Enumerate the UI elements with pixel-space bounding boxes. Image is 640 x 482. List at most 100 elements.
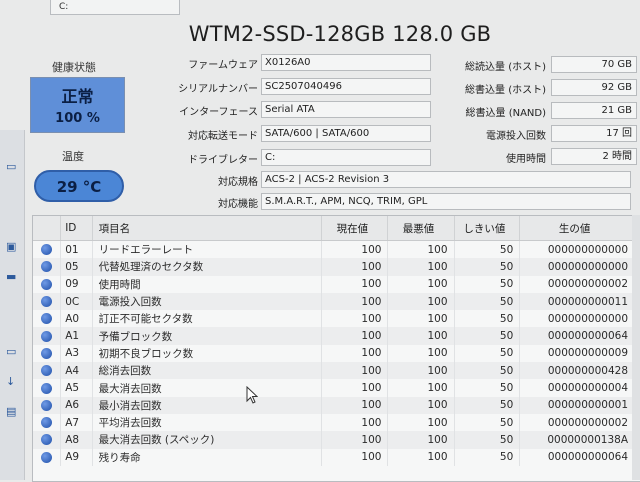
row-raw: 000000000011	[519, 292, 633, 311]
row-id: 05	[60, 258, 93, 276]
table-row[interactable]: A4 総消去回数 100 100 50 000000000428	[33, 362, 633, 380]
table-row[interactable]: 0C 電源投入回数 100 100 50 000000000011	[33, 292, 633, 311]
row-threshold: 50	[454, 292, 521, 311]
row-worst: 100	[387, 258, 455, 276]
status-good-icon	[41, 417, 53, 429]
row-id: 09	[60, 275, 93, 293]
temperature-label: 温度	[62, 150, 84, 163]
status-good-icon	[41, 399, 53, 411]
row-worst: 100	[387, 448, 455, 466]
drive-letter-value: C:	[261, 149, 431, 166]
row-name: 代替処理済のセクタ数	[92, 258, 323, 276]
status-good-icon	[41, 296, 53, 308]
table-row[interactable]: A7 平均消去回数 100 100 50 000000000002	[33, 413, 633, 432]
status-good-icon	[41, 347, 53, 359]
row-name: 訂正不可能セクタ数	[92, 310, 323, 328]
row-name: 最大消去回数 (スペック)	[92, 431, 323, 449]
drive-title: WTM2-SSD-128GB 128.0 GB	[188, 22, 492, 46]
row-id: A8	[60, 431, 93, 449]
left-taskbar-strip: ▭ ▣ ▬ ▭ ↓ ▤	[0, 130, 25, 480]
row-id: A1	[60, 327, 93, 345]
row-raw: 000000000064	[519, 327, 633, 345]
row-worst: 100	[387, 344, 455, 363]
drive-tab-c[interactable]: C:	[50, 0, 180, 15]
row-worst: 100	[387, 327, 455, 345]
row-current: 100	[321, 431, 389, 449]
table-row[interactable]: A3 初期不良ブロック数 100 100 50 000000000009	[33, 344, 633, 363]
host-writes-label: 総書込量 (ホスト)	[465, 85, 546, 96]
row-threshold: 50	[454, 240, 521, 259]
table-row[interactable]: A1 予備ブロック数 100 100 50 000000000064	[33, 327, 633, 345]
serial-value: SC2507040496	[261, 78, 431, 95]
row-raw: 000000000064	[519, 448, 633, 466]
power-on-count-value: 17 回	[551, 125, 637, 142]
row-current: 100	[321, 240, 389, 259]
row-name: 電源投入回数	[92, 292, 323, 311]
temperature-badge[interactable]: 29 °C	[34, 170, 124, 202]
nand-writes-label: 総書込量 (NAND)	[465, 108, 546, 119]
row-threshold: 50	[454, 379, 521, 397]
row-threshold: 50	[454, 431, 521, 449]
status-dot-cell	[33, 448, 62, 466]
standard-value: ACS-2 | ACS-2 Revision 3	[261, 171, 631, 188]
row-id: A3	[60, 344, 93, 363]
table-row[interactable]: A6 最小消去回数 100 100 50 000000000001	[33, 396, 633, 414]
mouse-cursor-icon	[246, 386, 258, 404]
row-threshold: 50	[454, 275, 521, 293]
row-worst: 100	[387, 292, 455, 311]
status-dot-cell	[33, 258, 62, 276]
table-row[interactable]: 01 リードエラーレート 100 100 50 000000000000	[33, 240, 633, 259]
row-threshold: 50	[454, 413, 521, 432]
row-current: 100	[321, 396, 389, 414]
status-good-icon	[41, 261, 53, 273]
table-row[interactable]: A5 最大消去回数 100 100 50 000000000004	[33, 379, 633, 397]
table-row[interactable]: A8 最大消去回数 (スペック) 100 100 50 00000000138A	[33, 431, 633, 449]
window-icon: ▭	[6, 160, 17, 173]
header-current[interactable]: 現在値	[321, 216, 389, 241]
status-dot-cell	[33, 344, 62, 363]
serial-label: シリアルナンバー	[178, 84, 258, 95]
row-name: 総消去回数	[92, 362, 323, 380]
row-raw: 000000000428	[519, 362, 633, 380]
status-good-icon	[41, 313, 53, 325]
row-name: 残り寿命	[92, 448, 323, 466]
header-name[interactable]: 項目名	[92, 216, 323, 241]
row-worst: 100	[387, 362, 455, 380]
row-current: 100	[321, 448, 389, 466]
health-status-box[interactable]: 正常 100 %	[30, 77, 125, 133]
smart-table[interactable]: ID 項目名 現在値 最悪値 しきい値 生の値 01 リードエラーレート 100 10…	[32, 215, 640, 482]
row-worst: 100	[387, 379, 455, 397]
status-dot-cell	[33, 431, 62, 449]
features-value: S.M.A.R.T., APM, NCQ, TRIM, GPL	[261, 193, 631, 210]
table-scrollbar[interactable]	[632, 215, 640, 480]
row-id: A6	[60, 396, 93, 414]
table-row[interactable]: 09 使用時間 100 100 50 000000000002	[33, 275, 633, 293]
interface-value: Serial ATA	[261, 101, 431, 118]
status-good-icon	[41, 451, 53, 463]
status-dot-cell	[33, 396, 62, 414]
row-id: A5	[60, 379, 93, 397]
row-threshold: 50	[454, 310, 521, 328]
transfer-mode-label: 対応転送モード	[188, 131, 258, 142]
row-name: 予備ブロック数	[92, 327, 323, 345]
row-raw: 000000000002	[519, 275, 633, 293]
status-dot-cell	[33, 327, 62, 345]
transfer-mode-value: SATA/600 | SATA/600	[261, 125, 431, 142]
header-worst[interactable]: 最悪値	[387, 216, 455, 241]
header-threshold[interactable]: しきい値	[454, 216, 521, 241]
table-row[interactable]: 05 代替処理済のセクタ数 100 100 50 000000000000	[33, 258, 633, 276]
table-row[interactable]: A0 訂正不可能セクタ数 100 100 50 000000000000	[33, 310, 633, 328]
row-raw: 000000000000	[519, 310, 633, 328]
row-threshold: 50	[454, 258, 521, 276]
table-row[interactable]: A9 残り寿命 100 100 50 000000000064	[33, 448, 633, 466]
row-id: A0	[60, 310, 93, 328]
row-id: 01	[60, 240, 93, 259]
row-worst: 100	[387, 310, 455, 328]
app-icon: ▣	[6, 240, 17, 253]
row-raw: 000000000002	[519, 413, 633, 432]
row-current: 100	[321, 379, 389, 397]
header-raw[interactable]: 生の値	[519, 216, 633, 241]
row-raw: 000000000001	[519, 396, 633, 414]
header-id[interactable]: ID	[60, 216, 93, 241]
folder-icon: ▬	[6, 270, 17, 283]
